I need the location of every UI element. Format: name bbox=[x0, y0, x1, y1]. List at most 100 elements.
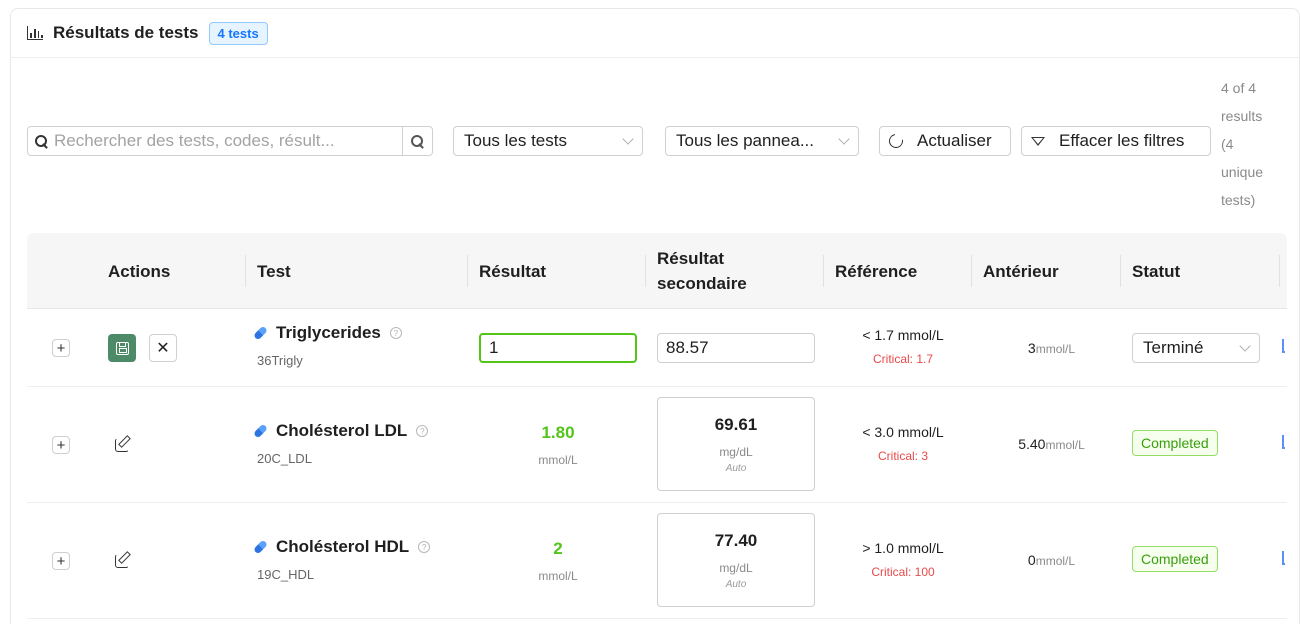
help-icon[interactable]: ? bbox=[418, 541, 431, 553]
previous-result: 5.40mmol/L bbox=[983, 436, 1120, 452]
test-code: 19C_HDL bbox=[257, 567, 315, 582]
card-title: Résultats de tests bbox=[53, 23, 199, 42]
help-icon[interactable]: ? bbox=[389, 327, 402, 339]
save-icon bbox=[115, 341, 129, 355]
expand-row-button[interactable]: + bbox=[52, 339, 70, 357]
previous-result: 0mmol/L bbox=[983, 552, 1120, 568]
panels-filter-select[interactable]: Tous les pannea... bbox=[665, 126, 859, 156]
previous-value: 0 bbox=[1027, 552, 1036, 568]
test-code: 20C_LDL bbox=[257, 451, 312, 466]
search-prefix bbox=[28, 134, 54, 148]
critical-value: Critical: 3 bbox=[877, 449, 928, 463]
col-reference: Référence bbox=[835, 261, 918, 281]
reference-range: < 1.7 mmol/L bbox=[862, 327, 944, 343]
expand-row-button[interactable]: + bbox=[52, 552, 70, 570]
result-unit: mmol/L bbox=[538, 569, 578, 583]
secondary-result-input[interactable]: 88.57 bbox=[657, 333, 815, 363]
previous-result: 3mmol/L bbox=[983, 340, 1120, 356]
test-name: Cholésterol HDL bbox=[276, 537, 410, 556]
previous-unit: mmol/L bbox=[1035, 554, 1076, 568]
help-icon[interactable]: ? bbox=[416, 425, 429, 437]
critical-value: Critical: 100 bbox=[871, 565, 935, 579]
refresh-button[interactable]: Actualiser bbox=[879, 126, 1011, 156]
row-action-icon[interactable] bbox=[1282, 551, 1285, 565]
tests-filter-value: Tous les tests bbox=[464, 131, 567, 150]
bar-chart-icon bbox=[27, 26, 43, 40]
test-name: Cholésterol LDL bbox=[276, 421, 408, 440]
secondary-result-unit: mg/dL bbox=[719, 560, 753, 575]
table-header: Actions Test Résultat Résultat secondair… bbox=[27, 233, 1287, 309]
search-icon bbox=[411, 134, 424, 148]
secondary-result-note: Auto bbox=[725, 578, 747, 590]
previous-unit: mmol/L bbox=[1035, 342, 1076, 356]
col-secondary-result-line1: Résultat bbox=[657, 249, 725, 268]
critical-value: Critical: 1.7 bbox=[872, 352, 934, 366]
reference-range: > 1.0 mmol/L bbox=[862, 540, 944, 556]
search-input[interactable] bbox=[54, 127, 402, 155]
test-code: 36Trigly bbox=[257, 353, 303, 368]
results-summary-line: tests) bbox=[1221, 192, 1256, 208]
funnel-icon bbox=[1031, 136, 1045, 146]
secondary-result-unit: mg/dL bbox=[719, 444, 753, 459]
results-summary-line: results bbox=[1221, 108, 1263, 124]
cancel-button[interactable]: ✕ bbox=[149, 334, 177, 362]
secondary-result-box: 77.40 mg/dL Auto bbox=[657, 513, 815, 607]
results-summary-line: 4 of 4 bbox=[1221, 80, 1257, 96]
test-results-card: Résultats de tests 4 tests Tous les test… bbox=[10, 8, 1300, 624]
table-row: + ✕ Triglycerides? 36Trigly 1 88.57 < 1.… bbox=[27, 309, 1287, 387]
col-secondary-result-line2: secondaire bbox=[657, 274, 747, 293]
clear-filters-label: Effacer les filtres bbox=[1059, 131, 1185, 150]
result-unit: mmol/L bbox=[538, 453, 578, 467]
col-status: Statut bbox=[1132, 261, 1181, 281]
col-test: Test bbox=[257, 261, 291, 281]
previous-unit: mmol/L bbox=[1045, 438, 1085, 452]
result-input[interactable]: 1 bbox=[479, 333, 637, 363]
refresh-icon bbox=[886, 131, 906, 151]
chevron-down-icon bbox=[1239, 340, 1251, 352]
test-name: Triglycerides bbox=[276, 323, 381, 342]
previous-value: 3 bbox=[1027, 340, 1036, 356]
results-summary-line: (4 bbox=[1221, 136, 1234, 152]
reference-range: < 3.0 mmol/L bbox=[862, 424, 944, 440]
status-badge: Completed bbox=[1132, 430, 1218, 456]
secondary-result-box: 69.61 mg/dL Auto bbox=[657, 397, 815, 491]
row-action-icon[interactable] bbox=[1282, 339, 1285, 353]
search-icon bbox=[34, 134, 48, 148]
secondary-result-value: 77.40 bbox=[714, 530, 758, 550]
col-secondary-result: Résultat secondaire bbox=[657, 233, 747, 309]
pill-icon bbox=[253, 423, 268, 439]
pill-icon bbox=[253, 539, 268, 555]
status-select[interactable]: Terminé bbox=[1132, 333, 1260, 363]
card-header: Résultats de tests 4 tests bbox=[11, 9, 1299, 58]
test-count-badge: 4 tests bbox=[208, 21, 268, 45]
col-previous: Antérieur bbox=[983, 261, 1059, 281]
clear-filters-button[interactable]: Effacer les filtres bbox=[1021, 126, 1211, 156]
col-result: Résultat bbox=[479, 261, 547, 281]
col-actions: Actions bbox=[108, 261, 171, 281]
table-row: + Cholésterol LDL? 20C_LDL 1.80 mmol/L 6… bbox=[27, 387, 1287, 503]
edit-icon[interactable] bbox=[115, 435, 131, 452]
expand-row-button[interactable]: + bbox=[52, 436, 70, 454]
filter-toolbar: Tous les tests Tous les pannea... Actual… bbox=[11, 58, 1299, 233]
search-button[interactable] bbox=[402, 127, 432, 155]
pill-icon bbox=[253, 325, 268, 341]
chevron-down-icon bbox=[838, 133, 850, 145]
previous-value: 5.40 bbox=[1018, 436, 1046, 452]
close-icon: ✕ bbox=[156, 340, 170, 357]
status-value: Terminé bbox=[1143, 338, 1204, 357]
results-summary-line: unique bbox=[1221, 164, 1264, 180]
result-value: 2 bbox=[553, 539, 563, 558]
panels-filter-value: Tous les pannea... bbox=[676, 131, 814, 150]
results-table: Actions Test Résultat Résultat secondair… bbox=[27, 233, 1287, 619]
save-button[interactable] bbox=[108, 334, 136, 362]
table-row: + Cholésterol HDL? 19C_HDL 2 mmol/L 77.4… bbox=[27, 503, 1287, 619]
edit-icon[interactable] bbox=[115, 551, 131, 568]
secondary-result-note: Auto bbox=[725, 462, 747, 474]
status-badge: Completed bbox=[1132, 546, 1218, 572]
row-action-icon[interactable] bbox=[1282, 435, 1285, 449]
search-field bbox=[27, 126, 433, 156]
refresh-label: Actualiser bbox=[917, 131, 992, 150]
results-summary: 4 of 4 results (4 unique tests) bbox=[1221, 74, 1271, 214]
secondary-result-value: 69.61 bbox=[714, 414, 758, 434]
tests-filter-select[interactable]: Tous les tests bbox=[453, 126, 643, 156]
